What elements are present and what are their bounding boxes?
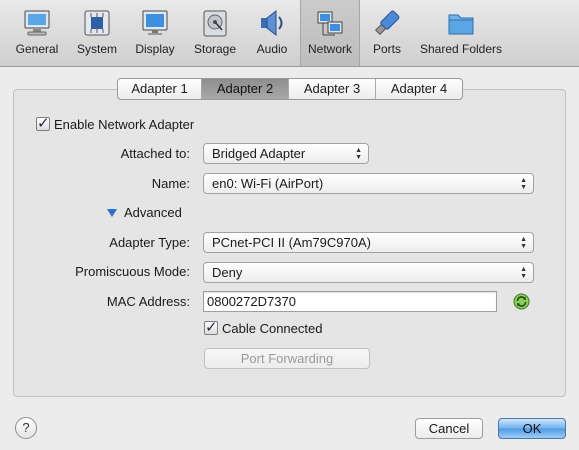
display-monitor-icon (138, 6, 172, 40)
toolbar-network[interactable]: Network (300, 0, 360, 66)
storage-disk-icon (198, 6, 232, 40)
audio-speaker-icon (255, 6, 289, 40)
settings-toolbar: General System Display Storage Audio Net… (0, 0, 579, 67)
general-monitor-icon (20, 6, 54, 40)
toolbar-system-label: System (76, 42, 117, 56)
adapter-tabs: Adapter 1 Adapter 2 Adapter 3 Adapter 4 (117, 78, 463, 100)
tab-adapter-2[interactable]: Adapter 2 (202, 79, 289, 99)
toolbar-audio-label: Audio (256, 42, 288, 56)
refresh-mac-icon[interactable] (513, 293, 530, 310)
tab-adapter-1[interactable]: Adapter 1 (118, 79, 202, 99)
advanced-disclosure-triangle-icon[interactable] (107, 209, 117, 217)
cable-connected-label[interactable]: Cable Connected (222, 321, 322, 336)
toolbar-shared-folders[interactable]: Shared Folders (416, 0, 506, 66)
select-arrows-icon: ▲ ▼ (355, 147, 362, 161)
network-icon (313, 6, 347, 40)
tab-adapter-3[interactable]: Adapter 3 (289, 79, 376, 99)
toolbar-general[interactable]: General (8, 0, 66, 66)
toolbar-shared-folders-label: Shared Folders (419, 42, 503, 56)
toolbar-storage[interactable]: Storage (188, 0, 242, 66)
tab-adapter-4[interactable]: Adapter 4 (376, 79, 462, 99)
toolbar-storage-label: Storage (193, 42, 237, 56)
help-button[interactable]: ? (15, 417, 37, 439)
toolbar-audio[interactable]: Audio (250, 0, 294, 66)
promiscuous-mode-label: Promiscuous Mode: (75, 264, 190, 279)
toolbar-system[interactable]: System (70, 0, 124, 66)
toolbar-display-label: Display (135, 42, 175, 56)
name-select[interactable]: en0: Wi-Fi (AirPort) ▲ ▼ (203, 173, 534, 194)
ports-icon (370, 6, 404, 40)
cancel-button[interactable]: Cancel (415, 418, 483, 439)
select-arrows-icon: ▲ ▼ (520, 236, 527, 250)
adapter-type-label: Adapter Type: (109, 235, 190, 250)
promiscuous-mode-select[interactable]: Deny ▲ ▼ (203, 262, 534, 283)
attached-to-value: Bridged Adapter (212, 146, 306, 161)
select-arrows-icon: ▲ ▼ (520, 177, 527, 191)
select-arrows-icon: ▲ ▼ (520, 266, 527, 280)
toolbar-display[interactable]: Display (130, 0, 180, 66)
cable-connected-checkbox[interactable]: ✓ (204, 319, 218, 336)
checkmark-icon: ✓ (37, 115, 50, 132)
mac-address-field[interactable]: 0800272D7370 (203, 291, 497, 312)
toolbar-general-label: General (15, 42, 59, 56)
name-value: en0: Wi-Fi (AirPort) (212, 176, 324, 191)
toolbar-ports-label: Ports (372, 42, 401, 56)
attached-to-select[interactable]: Bridged Adapter ▲ ▼ (203, 143, 369, 164)
toolbar-ports[interactable]: Ports (364, 0, 410, 66)
mac-address-label: MAC Address: (106, 294, 190, 309)
checkmark-icon: ✓ (205, 319, 218, 336)
toolbar-network-label: Network (307, 42, 352, 56)
name-label: Name: (151, 176, 190, 191)
enable-adapter-checkbox[interactable]: ✓ (36, 115, 50, 132)
advanced-label[interactable]: Advanced (124, 205, 182, 220)
adapter-type-select[interactable]: PCnet-PCI II (Am79C970A) ▲ ▼ (203, 232, 534, 253)
attached-to-label: Attached to: (120, 146, 190, 161)
ok-button[interactable]: OK (498, 418, 566, 439)
adapter-type-value: PCnet-PCI II (Am79C970A) (212, 235, 371, 250)
enable-adapter-label[interactable]: Enable Network Adapter (54, 117, 194, 132)
shared-folders-icon (444, 6, 478, 40)
system-chip-icon (80, 6, 114, 40)
port-forwarding-button[interactable]: Port Forwarding (204, 348, 370, 369)
promiscuous-mode-value: Deny (212, 265, 243, 280)
